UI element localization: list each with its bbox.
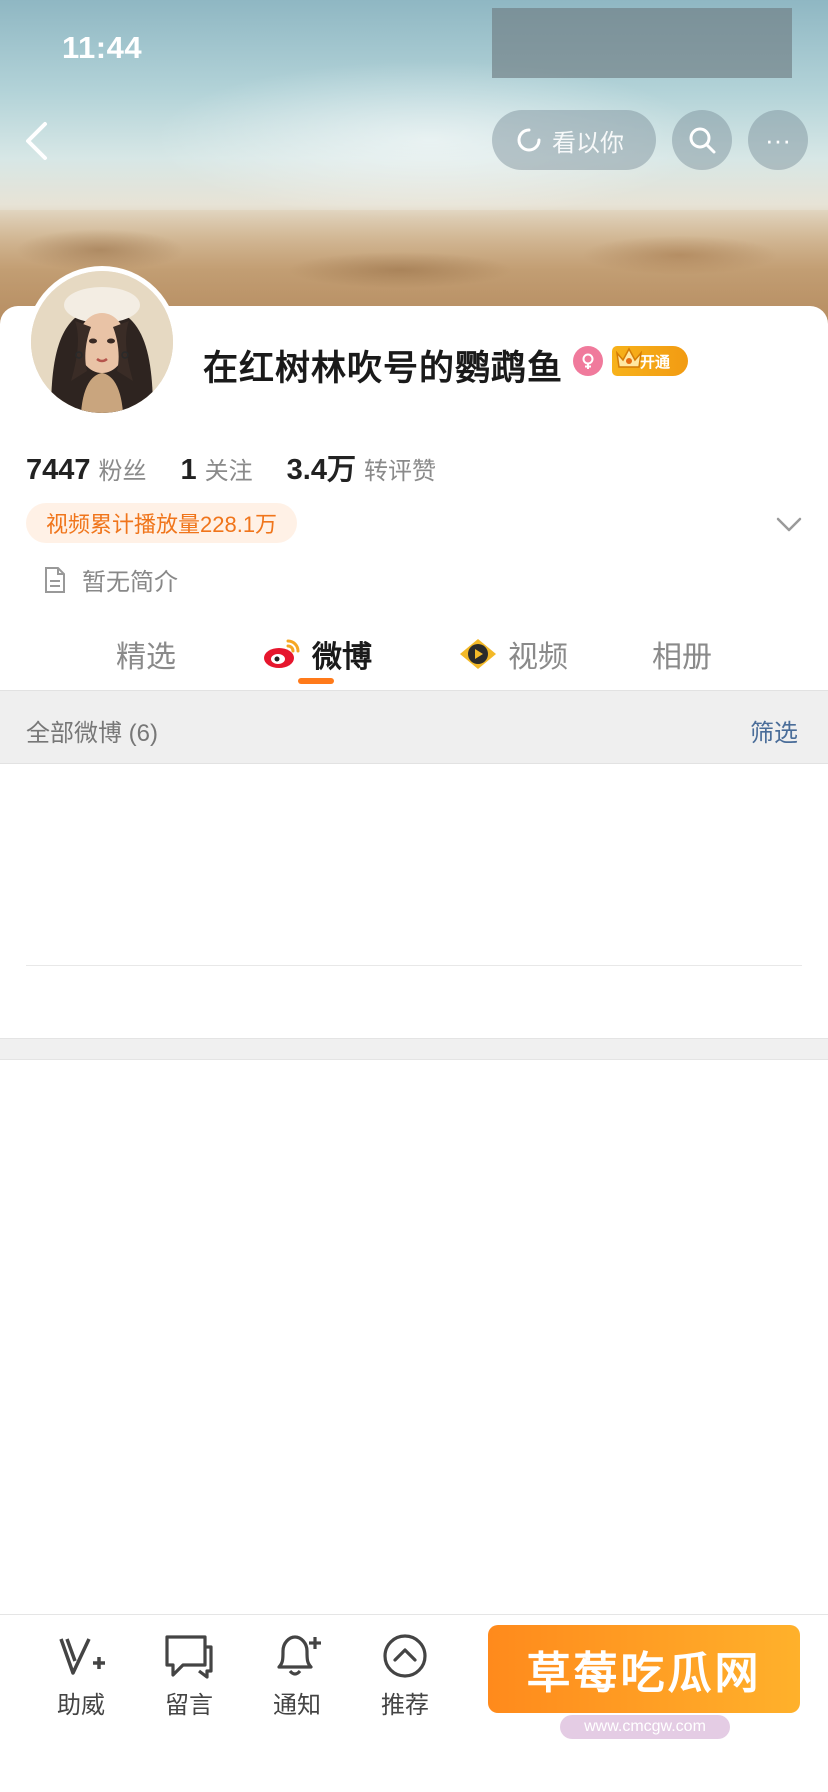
chevron-left-icon [26, 122, 47, 160]
stat-value: 1 [180, 454, 197, 486]
watermark-url: www.cmcgw.com [560, 1715, 730, 1739]
bell-plus-icon [277, 1635, 321, 1676]
more-button[interactable]: ··· [748, 110, 808, 170]
tab-label: 视频 [508, 641, 568, 674]
notify-button[interactable]: 通知 [252, 1633, 342, 1720]
avatar-illustration [31, 271, 173, 413]
stat-label: 转评赞 [363, 458, 436, 485]
crown-icon [615, 347, 643, 368]
loading-arc-icon [517, 128, 541, 152]
all-posts-count: 全部微博 (6) [26, 720, 158, 747]
stat-value: 7447 [26, 454, 91, 486]
vip-badge[interactable]: 开通 [612, 346, 688, 376]
stat-label: 关注 [204, 458, 253, 485]
stat-value: 3.4万 [286, 454, 356, 486]
recommend-label: 推荐 [381, 1692, 429, 1719]
cheer-button[interactable]: 助威 [36, 1633, 126, 1720]
stat-reposts-likes[interactable]: 3.4万 转评赞 [287, 446, 436, 488]
message-label: 留言 [165, 1692, 213, 1719]
chevron-up-circle-icon [383, 1634, 427, 1678]
back-button[interactable] [18, 118, 54, 164]
feed-filter-bar: 全部微博 (6) 筛选 [0, 690, 828, 764]
v-plus-icon [59, 1638, 105, 1675]
tab-label: 微博 [312, 641, 372, 674]
profile-name: 在红树林吹号的鹦鹉鱼 [203, 349, 564, 388]
video-plays-tag[interactable]: 视频累计播放量228.1万 [26, 503, 298, 543]
profile-stats: 7447 粉丝 1 关注 3.4万 转评赞 [26, 446, 470, 488]
video-badge-icon [460, 639, 496, 669]
blurred-region [492, 8, 792, 78]
vip-label: 开通 [640, 353, 671, 371]
avatar[interactable] [26, 266, 178, 418]
profile-tabs: 精选 微博 视频 相册 [0, 620, 828, 690]
bio-text: 暂无简介 [82, 569, 178, 596]
active-tab-indicator [298, 678, 334, 684]
stat-following[interactable]: 1 关注 [181, 451, 253, 487]
header-pill-button[interactable]: 看以你 [492, 110, 656, 170]
follow-cta-button[interactable]: 草莓吃瓜网 [488, 1625, 800, 1713]
tab-featured[interactable]: 精选 [116, 632, 176, 676]
message-icon [165, 1635, 213, 1679]
bottom-action-bar: 助威 留言 通知 推荐 草莓吃瓜网 www.cmcgw.com [0, 1614, 828, 1792]
tab-label: 相册 [652, 641, 712, 674]
more-icon: ··· [765, 124, 791, 155]
expand-button[interactable] [772, 510, 806, 538]
female-gender-icon [573, 346, 603, 376]
tab-weibo[interactable]: 微博 [262, 632, 372, 676]
tab-album[interactable]: 相册 [652, 632, 712, 676]
weibo-logo-icon [264, 639, 300, 668]
divider [26, 965, 802, 966]
notify-label: 通知 [273, 1692, 321, 1719]
search-icon [689, 127, 716, 154]
profile-bio: 暂无简介 [42, 562, 178, 597]
message-button[interactable]: 留言 [144, 1633, 234, 1720]
status-time: 11:44 [62, 30, 143, 65]
tab-video[interactable]: 视频 [458, 632, 568, 676]
section-separator [0, 1038, 828, 1060]
chevron-down-icon [776, 517, 802, 532]
document-icon [45, 566, 65, 593]
recommend-button[interactable]: 推荐 [360, 1633, 450, 1720]
filter-button[interactable]: 筛选 [750, 713, 798, 748]
search-button[interactable] [672, 110, 732, 170]
cheer-label: 助威 [57, 1692, 105, 1719]
avatar-image [31, 271, 173, 413]
header-pill-label: 看以你 [552, 129, 624, 157]
stat-followers[interactable]: 7447 粉丝 [26, 451, 147, 487]
stat-label: 粉丝 [98, 458, 147, 485]
tab-label: 精选 [116, 641, 176, 674]
